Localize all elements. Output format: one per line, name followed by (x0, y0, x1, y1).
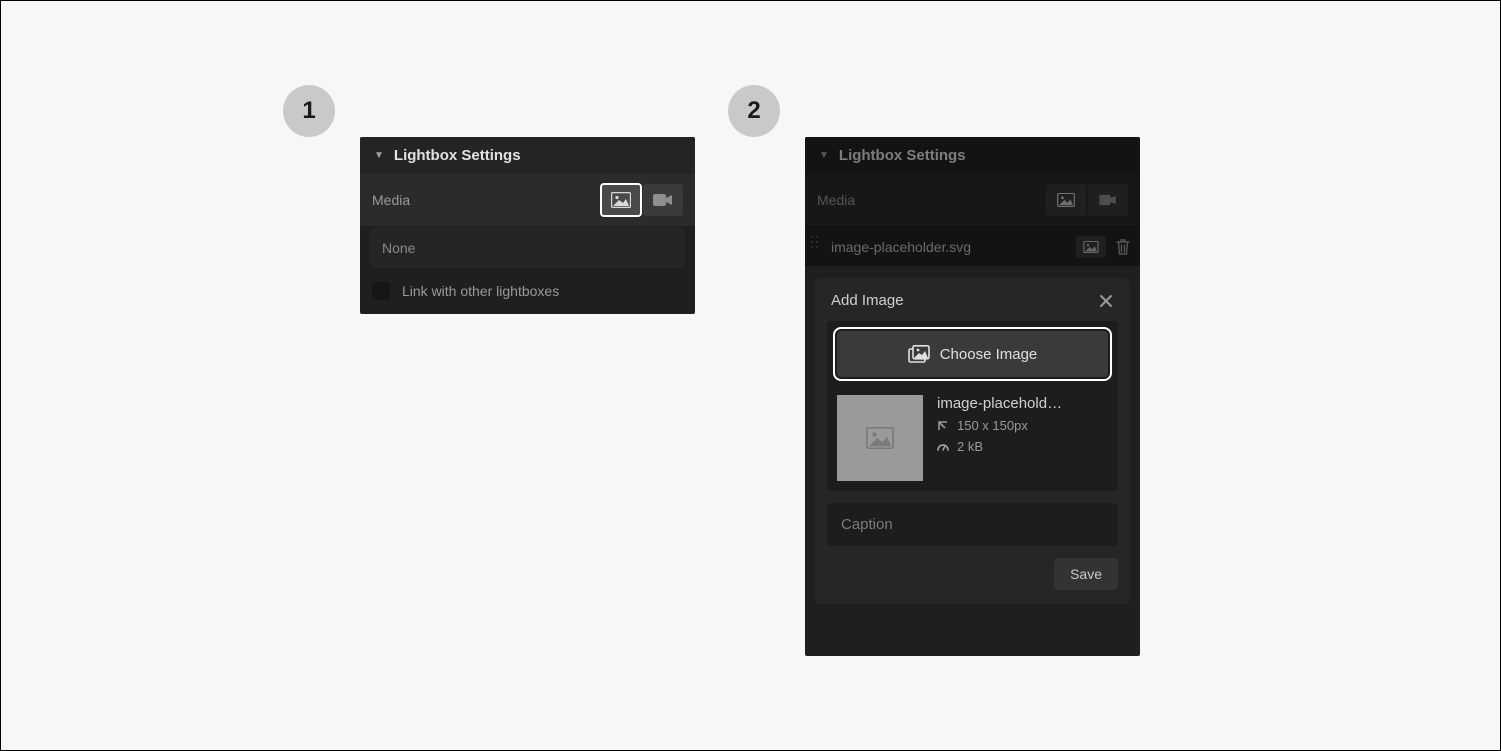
choose-image-button[interactable]: Choose Image (837, 331, 1108, 377)
image-thumbnail[interactable] (837, 395, 923, 481)
link-label: Link with other lightboxes (402, 283, 559, 299)
image-dimensions: 150 x 150px (957, 418, 1028, 433)
none-label: None (382, 240, 415, 256)
file-name: image-placeholder.svg (831, 239, 971, 255)
add-image-modal: Add Image Choose Image (815, 278, 1130, 604)
media-file-row[interactable]: image-placeholder.svg (805, 228, 1140, 266)
drag-handle-icon[interactable] (811, 236, 819, 258)
video-icon (1099, 194, 1117, 206)
delete-button[interactable] (1116, 239, 1130, 255)
save-button[interactable]: Save (1054, 558, 1118, 590)
section-title: Lightbox Settings (394, 147, 521, 164)
section-header[interactable]: ▼ Lightbox Settings (360, 137, 695, 174)
modal-header: Add Image (815, 278, 1130, 321)
section-header[interactable]: ▼ Lightbox Settings (805, 137, 1140, 174)
image-icon (1057, 193, 1075, 207)
image-icon (611, 192, 631, 208)
media-label: Media (372, 192, 410, 208)
image-filesize: 2 kB (957, 439, 983, 454)
step-number: 1 (302, 97, 315, 125)
images-icon (908, 345, 930, 363)
image-preview-row: image-placehold… 150 x 150px 2 kB (837, 395, 1108, 481)
media-row: Media (360, 174, 695, 226)
link-checkbox[interactable] (372, 282, 390, 300)
media-none-placeholder[interactable]: None (370, 228, 685, 268)
step-badge-2: 2 (728, 85, 780, 137)
lightbox-settings-panel-2: ▼ Lightbox Settings Media (805, 137, 1140, 656)
caption-placeholder: Caption (841, 516, 893, 533)
choose-image-label: Choose Image (940, 346, 1038, 363)
image-toggle-button[interactable] (1046, 184, 1086, 216)
filesize-icon (937, 441, 949, 453)
save-label: Save (1070, 566, 1102, 582)
image-filename: image-placehold… (937, 395, 1062, 412)
step-number: 2 (747, 97, 760, 125)
modal-body: Choose Image image-placehold… (827, 321, 1118, 491)
dimensions-icon (937, 420, 949, 432)
placeholder-image-icon (866, 427, 894, 449)
caption-input[interactable]: Caption (827, 503, 1118, 546)
chevron-down-icon: ▼ (819, 150, 829, 161)
chevron-down-icon: ▼ (374, 150, 384, 161)
video-icon (653, 193, 673, 207)
lightbox-settings-panel-1: ▼ Lightbox Settings Media None L (360, 137, 695, 314)
modal-title: Add Image (831, 292, 904, 309)
media-label: Media (817, 192, 855, 208)
video-toggle-button[interactable] (643, 184, 683, 216)
video-toggle-button[interactable] (1088, 184, 1128, 216)
media-type-toggle (1044, 184, 1128, 216)
modal-footer: Save (815, 558, 1130, 604)
close-icon (1098, 293, 1114, 309)
close-button[interactable] (1098, 293, 1114, 309)
edit-image-button[interactable] (1076, 236, 1106, 258)
media-row: Media (805, 174, 1140, 226)
section-title: Lightbox Settings (839, 147, 966, 164)
link-lightboxes-row[interactable]: Link with other lightboxes (360, 268, 695, 314)
trash-icon (1116, 239, 1130, 255)
image-metadata: image-placehold… 150 x 150px 2 kB (937, 395, 1062, 454)
image-toggle-button[interactable] (601, 184, 641, 216)
step-badge-1: 1 (283, 85, 335, 137)
media-type-toggle (599, 184, 683, 216)
image-icon (1083, 241, 1099, 253)
